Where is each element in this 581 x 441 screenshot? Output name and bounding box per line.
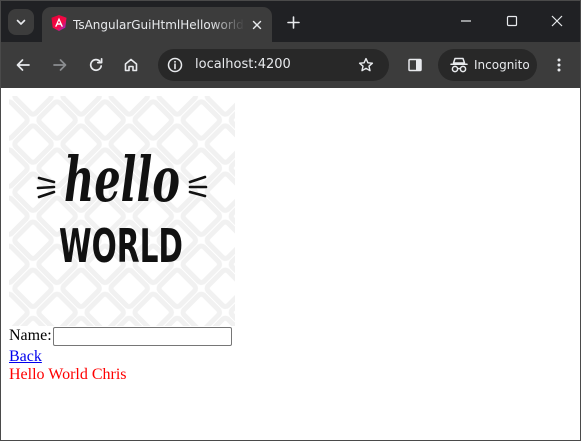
browser-window: TsAngularGuiHtmlHelloworldSimple [0,0,581,441]
name-label: Name: [9,327,52,344]
close-window-button[interactable] [534,1,580,41]
name-form: Name: [9,326,232,346]
bookmark-button[interactable] [355,55,377,75]
url-text[interactable]: localhost:4200 [195,56,291,74]
back-link[interactable]: Back [9,347,42,366]
home-icon [124,58,138,72]
greeting-text: Hello World Chris [9,366,127,383]
side-panel-button[interactable] [402,52,428,78]
plus-icon [286,15,300,29]
menu-button[interactable] [546,52,572,78]
side-panel-icon [408,58,422,72]
back-button[interactable] [10,52,36,78]
info-icon [167,57,183,73]
arrow-left-icon [16,59,30,71]
reload-button[interactable] [83,52,109,78]
incognito-profile-button[interactable]: Incognito [438,49,537,81]
tab-close-button[interactable] [248,16,266,34]
tab-active[interactable]: TsAngularGuiHtmlHelloworldSimple [42,7,272,42]
address-bar[interactable]: localhost:4200 [158,49,389,81]
incognito-icon [450,57,468,73]
star-icon [358,57,374,72]
close-icon [252,20,262,30]
forward-button[interactable] [47,52,73,78]
close-icon [551,15,563,27]
page-viewport: hello WORLD Name: Back Hello World Chris [1,88,580,440]
angular-icon [51,15,67,31]
kebab-menu-icon [557,58,561,72]
reload-icon [89,57,103,72]
maximize-icon [506,15,518,27]
tab-strip: TsAngularGuiHtmlHelloworldSimple [1,1,580,42]
toolbar: localhost:4200 Incognito [1,42,580,88]
tab-search-button[interactable] [8,9,34,35]
minimize-button[interactable] [443,1,489,41]
name-input[interactable] [52,326,232,346]
chevron-down-icon [16,19,26,25]
arrow-right-icon [53,59,67,71]
maximize-button[interactable] [489,1,535,41]
site-info-button[interactable] [164,55,186,75]
incognito-label: Incognito [474,58,530,72]
hero-line-hello: hello [64,143,180,216]
hello-world-image: hello WORLD [9,96,235,326]
hero-line-world: WORLD [59,219,183,273]
home-button[interactable] [118,52,144,78]
new-tab-button[interactable] [282,11,304,33]
minimize-icon [461,20,471,22]
tab-title: TsAngularGuiHtmlHelloworldSimple [73,18,245,32]
